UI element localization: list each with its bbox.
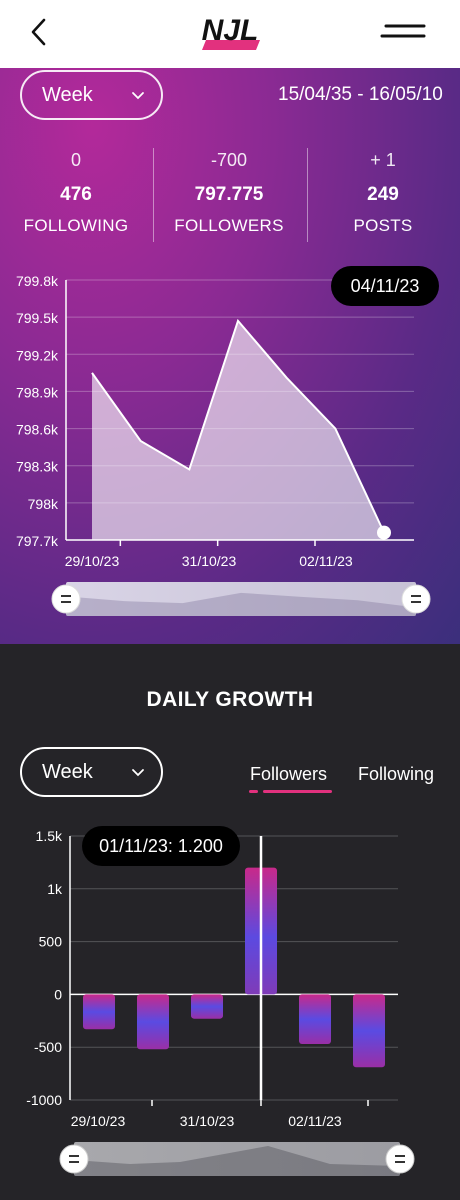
stat-label: FOLLOWERS: [174, 216, 284, 235]
chart-tooltip: 01/11/23: 1.200: [82, 826, 240, 866]
y-tick-label: 1k: [47, 881, 63, 897]
growth-bar: [299, 994, 331, 1045]
range-handle: [401, 584, 431, 614]
tab-indicator: [263, 790, 332, 793]
x-tick-label: 02/11/23: [299, 553, 353, 569]
x-tick-label: 29/10/23: [65, 553, 120, 569]
y-tick-label: 798.6k: [16, 422, 59, 438]
period-select-value: Week: [42, 760, 93, 783]
chevron-down-icon: [132, 769, 144, 777]
growth-period-select[interactable]: Week: [20, 747, 163, 797]
daily-growth-bar-chart[interactable]: 1.5k 1k 500 0 -500 -1000 29/10/23 31/10/23 02/11…: [0, 820, 460, 1200]
chart-tooltip: 04/11/23: [331, 266, 439, 306]
stat-delta: 0: [70, 150, 81, 170]
stat-following: 0 476 FOLLOWING: [1, 150, 151, 236]
section-title: DAILY GROWTH: [146, 688, 314, 711]
x-tick-label: 31/10/23: [182, 553, 237, 569]
period-select-value: Week: [42, 83, 93, 106]
y-tick-label: 798k: [28, 496, 59, 512]
y-tick-label: 500: [39, 934, 63, 950]
period-select[interactable]: Week: [20, 70, 163, 120]
njl-logo: NJL: [202, 14, 260, 50]
y-tick-label: 1.5k: [36, 828, 63, 844]
logo-text: NJL: [202, 14, 259, 47]
stat-value: 797.775: [194, 184, 264, 205]
growth-bar: [137, 994, 169, 1050]
x-tick-label: 02/11/23: [288, 1113, 342, 1129]
chevron-down-icon: [132, 92, 144, 100]
y-tick-label: 798.9k: [16, 384, 59, 400]
stat-delta: -700: [210, 150, 248, 170]
range-handle: [385, 1144, 415, 1174]
y-tick-label: 798.3k: [16, 459, 59, 475]
stat-value: 249: [367, 184, 399, 205]
tab-following[interactable]: Following: [358, 764, 434, 785]
y-tick-label: 799.8k: [16, 273, 59, 289]
followers-area-chart[interactable]: 799.8k 799.5k 799.2k 798.9k 798.6k 798.3k 798k…: [0, 268, 460, 628]
menu-icon[interactable]: [380, 20, 426, 44]
tab-followers[interactable]: Followers: [250, 764, 327, 785]
y-tick-label: 799.5k: [16, 310, 59, 326]
y-tick-label: 799.2k: [16, 347, 59, 363]
stat-label: POSTS: [353, 216, 413, 235]
stat-value: 476: [60, 184, 92, 205]
highlight-point: [377, 525, 391, 540]
stat-followers: -700 797.775 FOLLOWERS: [154, 150, 304, 236]
y-tick-label: -1000: [26, 1092, 62, 1108]
growth-bar: [83, 994, 115, 1030]
area-fill: [92, 320, 384, 540]
growth-bar: [353, 994, 385, 1068]
range-handle: [51, 584, 81, 614]
chevron-left-icon[interactable]: [24, 14, 56, 50]
y-tick-label: 797.7k: [16, 533, 59, 549]
stats-panel: Week 15/04/35 - 16/05/10 0 476 FOLLOWING…: [0, 68, 460, 644]
x-tick-label: 31/10/23: [180, 1113, 235, 1129]
growth-bar: [191, 994, 223, 1019]
daily-growth-panel: DAILY GROWTH Week Followers Following 1.…: [0, 644, 460, 1200]
x-tick-label: 29/10/23: [71, 1113, 126, 1129]
stat-delta: + 1: [370, 150, 396, 170]
stat-posts: + 1 249 POSTS: [308, 150, 458, 236]
y-tick-label: -500: [34, 1039, 62, 1055]
range-handle: [59, 1144, 89, 1174]
tab-indicator: [249, 790, 258, 793]
stat-label: FOLLOWING: [23, 216, 129, 235]
app-header: NJL: [0, 0, 460, 68]
date-range: 15/04/35 - 16/05/10: [278, 84, 443, 105]
y-tick-label: 0: [54, 986, 62, 1002]
